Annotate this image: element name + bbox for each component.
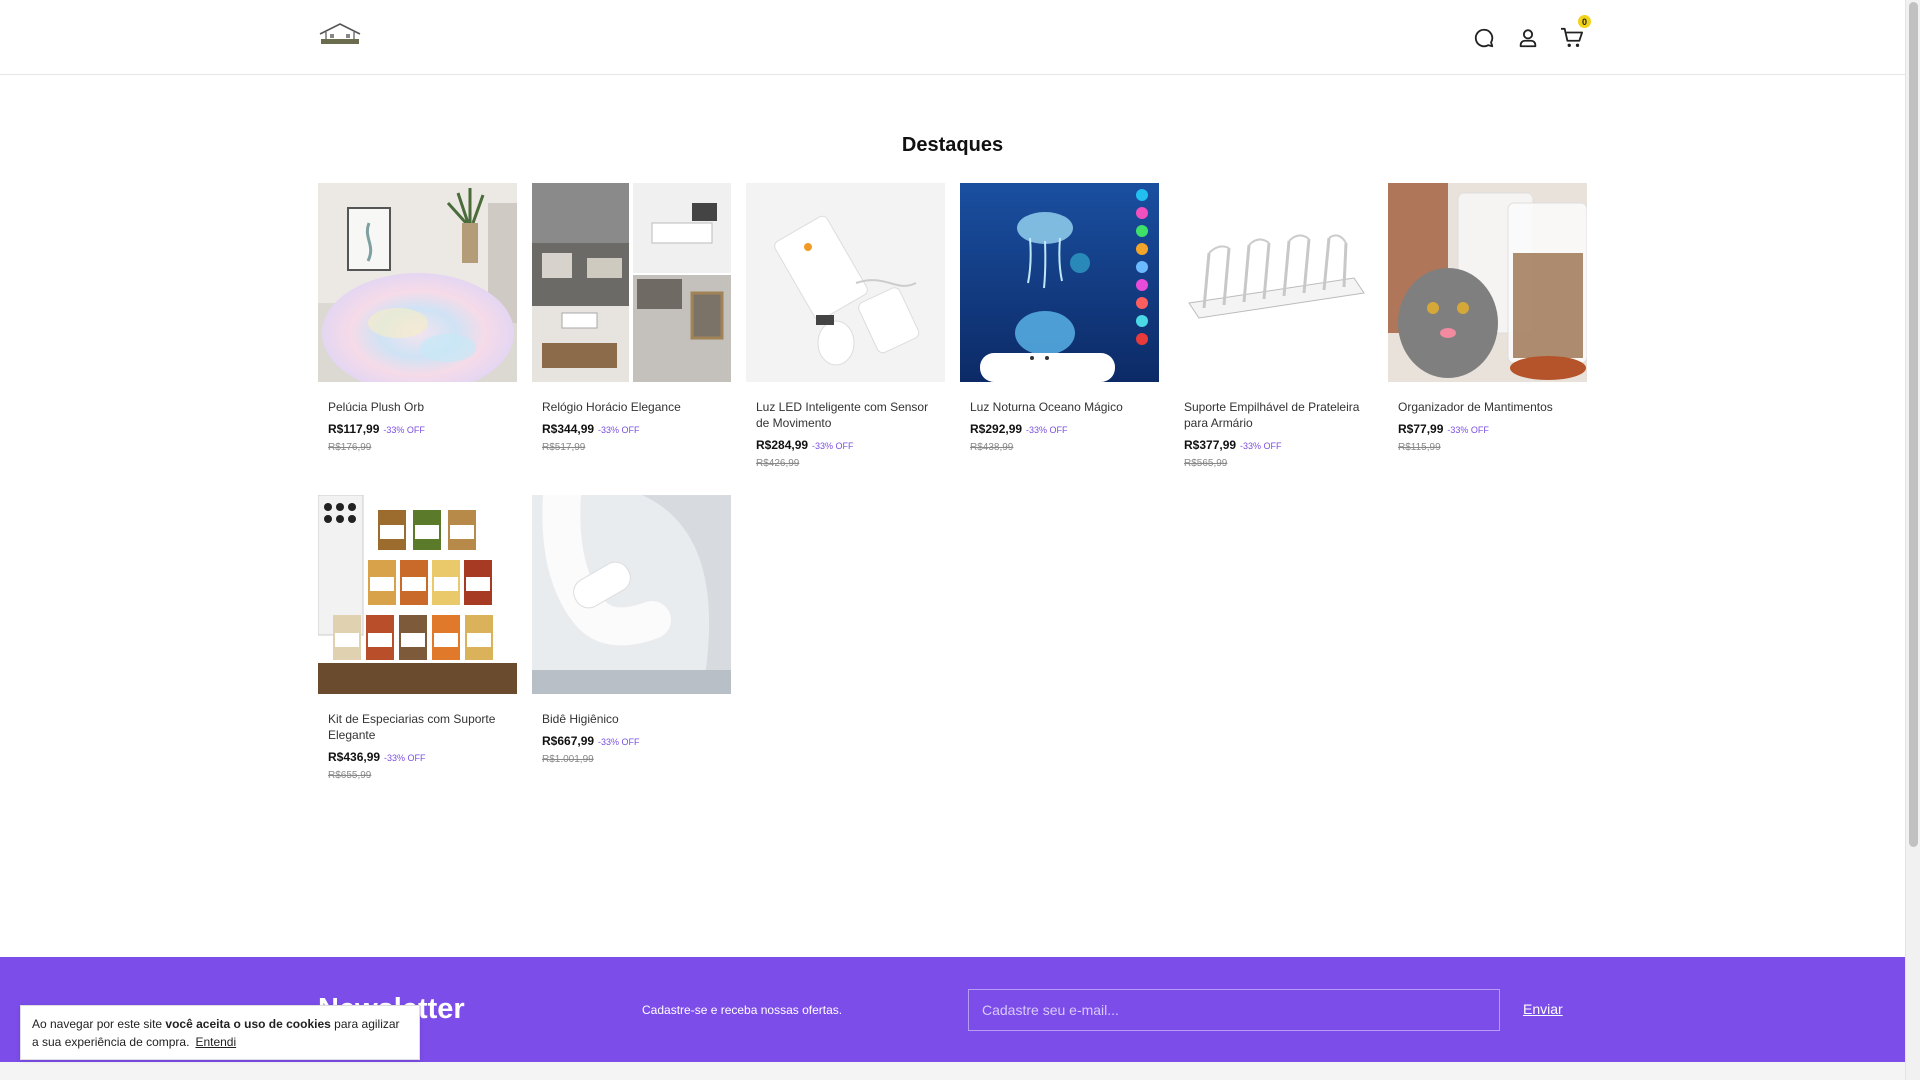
product-image[interactable]: [960, 183, 1159, 382]
scrollbar[interactable]: [1905, 0, 1920, 1080]
old-price: R$1.001,99: [542, 754, 594, 765]
product-image[interactable]: [318, 495, 517, 694]
old-price: R$565,99: [1184, 458, 1228, 469]
product-price: R$667,99: [542, 734, 595, 748]
discount-label: -33% OFF: [598, 737, 640, 747]
section-title: Destaques: [901, 134, 1004, 156]
product-card[interactable]: Luz LED Inteligente com Sensor de Movime…: [746, 183, 945, 473]
product-price: R$77,99: [1398, 422, 1444, 436]
newsletter-email-input[interactable]: [968, 989, 1500, 1031]
user-icon[interactable]: [1514, 24, 1542, 52]
discount-label: -33% OFF: [1026, 425, 1068, 435]
product-name[interactable]: Pelúcia Plush Orb: [328, 399, 507, 415]
old-price: R$517,99: [542, 442, 586, 453]
old-price: R$438,99: [970, 442, 1014, 453]
product-name[interactable]: Luz Noturna Oceano Mágico: [970, 399, 1149, 415]
product-name[interactable]: Bidê Higiênico: [542, 711, 721, 727]
discount-label: -33% OFF: [1240, 441, 1282, 451]
cart-count-badge: 0: [1578, 15, 1591, 28]
product-card[interactable]: Kit de Especiarias com Suporte Elegante …: [318, 495, 517, 785]
cookie-text-bold: você aceita o uso de cookies: [165, 1017, 331, 1031]
product-card[interactable]: Suporte Empilhável de Prateleira para Ar…: [1174, 183, 1373, 473]
product-card[interactable]: Luz Noturna Oceano Mágico R$292,99 -33% …: [960, 183, 1159, 473]
product-grid: Pelúcia Plush Orb R$117,99 -33% OFF R$17…: [318, 183, 1588, 785]
old-price: R$176,99: [328, 442, 372, 453]
product-name[interactable]: Luz LED Inteligente com Sensor de Movime…: [756, 399, 935, 431]
cookie-text: Ao navegar por este site: [32, 1017, 166, 1031]
product-price: R$284,99: [756, 438, 809, 452]
product-name[interactable]: Suporte Empilhável de Prateleira para Ar…: [1184, 399, 1363, 431]
product-image[interactable]: [1174, 183, 1373, 382]
footer-strip: [0, 1062, 1905, 1080]
product-price: R$436,99: [328, 750, 381, 764]
product-name[interactable]: Kit de Especiarias com Suporte Elegante: [328, 711, 507, 743]
discount-label: -33% OFF: [598, 425, 640, 435]
old-price: R$655,99: [328, 770, 372, 781]
page: 0 Destaques Pelúcia Plush Orb R$117,99 -…: [0, 0, 1920, 1080]
old-price: R$426,99: [756, 458, 800, 469]
product-price: R$344,99: [542, 422, 595, 436]
product-image[interactable]: [532, 495, 731, 694]
product-image[interactable]: [532, 183, 731, 382]
discount-label: -33% OFF: [1447, 425, 1489, 435]
product-name[interactable]: Organizador de Mantimentos: [1398, 399, 1577, 415]
store-logo[interactable]: [316, 20, 364, 48]
product-card[interactable]: Relógio Horácio Elegance R$344,99 -33% O…: [532, 183, 731, 473]
cart-icon[interactable]: [1558, 24, 1586, 52]
product-image[interactable]: [1388, 183, 1587, 382]
discount-label: -33% OFF: [812, 441, 854, 451]
scrollbar-thumb[interactable]: [1909, 2, 1918, 847]
product-price: R$292,99: [970, 422, 1023, 436]
cookie-accept-link[interactable]: Entendi: [195, 1035, 236, 1049]
newsletter-submit-button[interactable]: Enviar: [1523, 1001, 1563, 1017]
product-image[interactable]: [318, 183, 517, 382]
product-card[interactable]: Bidê Higiênico R$667,99 -33% OFF R$1.001…: [532, 495, 731, 785]
product-image[interactable]: [746, 183, 945, 382]
product-card[interactable]: Organizador de Mantimentos R$77,99 -33% …: [1388, 183, 1587, 473]
discount-label: -33% OFF: [383, 425, 425, 435]
site-header: 0: [0, 0, 1905, 75]
product-price: R$377,99: [1184, 438, 1237, 452]
chat-icon[interactable]: [1470, 24, 1498, 52]
discount-label: -33% OFF: [384, 753, 426, 763]
product-card[interactable]: Pelúcia Plush Orb R$117,99 -33% OFF R$17…: [318, 183, 517, 473]
cookie-banner: Ao navegar por este site você aceita o u…: [20, 1005, 420, 1060]
house-logo-icon: [319, 23, 361, 44]
product-price: R$117,99: [328, 422, 380, 436]
old-price: R$115,99: [1398, 442, 1441, 453]
newsletter-subtitle: Cadastre-se e receba nossas ofertas.: [642, 1003, 843, 1017]
product-name[interactable]: Relógio Horácio Elegance: [542, 399, 721, 415]
